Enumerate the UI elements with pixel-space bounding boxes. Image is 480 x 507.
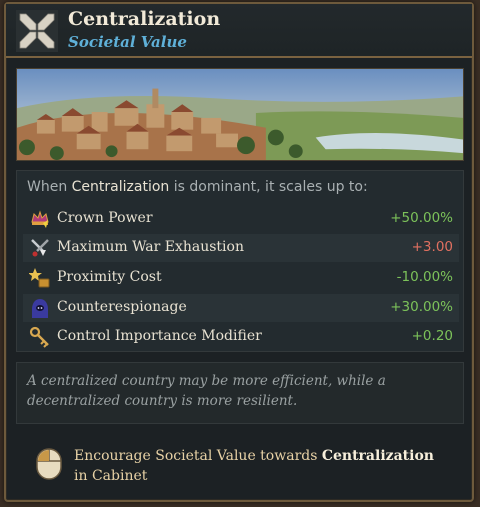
effect-value: +3.00 [411, 239, 453, 255]
effect-value: -10.00% [396, 269, 453, 285]
tooltip-title: Centralization [68, 8, 221, 30]
proximity-cost-icon [29, 268, 50, 288]
mouse-icon [36, 448, 62, 480]
counterespionage-icon [32, 299, 48, 318]
effect-value: +50.00% [390, 210, 453, 226]
effect-row-control-importance: Control Importance Modifier +0.20 [23, 323, 459, 351]
encourage-action[interactable]: Encourage Societal Value towards Central… [16, 436, 464, 494]
effect-row-counterespionage: Counterespionage +30.00% [23, 294, 459, 322]
control-key-icon [29, 326, 49, 348]
centralization-arrows-icon [16, 10, 58, 52]
tooltip-panel: Centralization Societal Value When Centr… [4, 2, 474, 502]
tooltip-header: Centralization Societal Value [6, 4, 472, 58]
effect-row-crown-power: Crown Power +50.00% [23, 205, 459, 233]
effects-panel: When Centralization is dominant, it scal… [16, 170, 464, 352]
effect-label: Counterespionage [57, 299, 187, 315]
effect-label: Control Importance Modifier [57, 328, 262, 344]
effect-row-proximity-cost: Proximity Cost -10.00% [23, 264, 459, 292]
intro-highlight: Centralization [71, 179, 170, 195]
war-exhaustion-icon [31, 239, 49, 257]
effect-label: Maximum War Exhaustion [57, 239, 244, 255]
effect-label: Crown Power [57, 210, 153, 226]
city-banner-image [16, 68, 464, 161]
effect-value: +0.20 [411, 328, 453, 344]
effect-row-war-exhaustion: Maximum War Exhaustion +3.00 [23, 234, 459, 262]
encourage-action-text: Encourage Societal Value towards Central… [74, 448, 434, 484]
tooltip-subtitle: Societal Value [68, 33, 187, 51]
effects-intro: When Centralization is dominant, it scal… [27, 179, 368, 195]
effect-label: Proximity Cost [57, 269, 162, 285]
crown-power-icon [31, 210, 49, 228]
description-text: A centralized country may be more effici… [16, 362, 464, 424]
effect-value: +30.00% [390, 299, 453, 315]
action-highlight: Centralization [321, 448, 434, 464]
